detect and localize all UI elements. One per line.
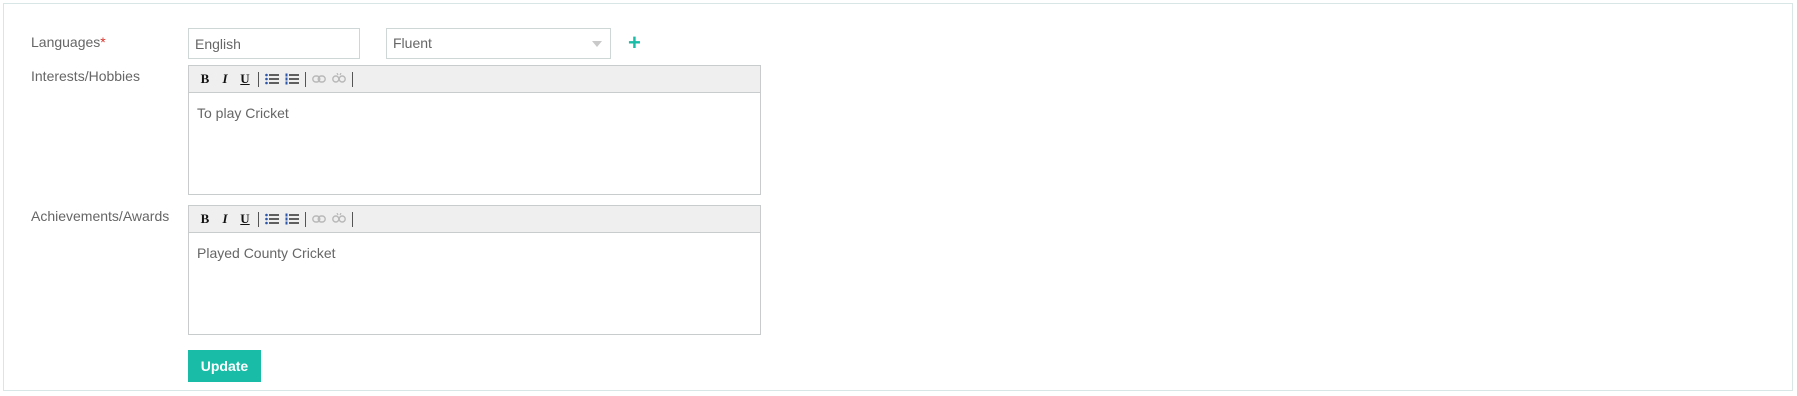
unlink-icon[interactable]	[329, 209, 349, 229]
languages-label: Languages*	[31, 34, 106, 50]
chevron-down-icon	[592, 41, 602, 47]
proficiency-select[interactable]: Fluent	[386, 28, 611, 59]
toolbar-separator	[258, 71, 259, 87]
toolbar-separator	[305, 71, 306, 87]
interests-editor-content[interactable]: To play Cricket	[189, 93, 760, 133]
update-button[interactable]: Update	[188, 350, 261, 382]
numbered-list-icon[interactable]	[282, 69, 302, 89]
add-language-button[interactable]: +	[628, 32, 644, 54]
interests-editor: B I U To play Cricket	[188, 65, 761, 195]
bullet-list-icon[interactable]	[262, 209, 282, 229]
achievements-editor: B I U Played County Cricket	[188, 205, 761, 335]
underline-button[interactable]: U	[235, 69, 255, 89]
interests-editor-toolbar: B I U	[189, 66, 760, 93]
bold-button[interactable]: B	[195, 69, 215, 89]
form-panel: Languages* Fluent + Interests/Hobbies B …	[3, 3, 1793, 391]
link-icon[interactable]	[309, 69, 329, 89]
achievements-editor-toolbar: B I U	[189, 206, 760, 233]
italic-button[interactable]: I	[215, 69, 235, 89]
achievements-label: Achievements/Awards	[31, 208, 170, 224]
link-icon[interactable]	[309, 209, 329, 229]
achievements-editor-content[interactable]: Played County Cricket	[189, 233, 760, 273]
language-input[interactable]	[188, 28, 360, 59]
proficiency-selected-value: Fluent	[393, 35, 432, 51]
italic-button[interactable]: I	[215, 209, 235, 229]
bullet-list-icon[interactable]	[262, 69, 282, 89]
bold-button[interactable]: B	[195, 209, 215, 229]
languages-label-text: Languages	[31, 34, 101, 50]
toolbar-separator	[352, 211, 353, 227]
toolbar-separator	[352, 71, 353, 87]
required-asterisk: *	[100, 34, 106, 50]
toolbar-separator	[258, 211, 259, 227]
interests-label: Interests/Hobbies	[31, 68, 140, 84]
underline-button[interactable]: U	[235, 209, 255, 229]
unlink-icon[interactable]	[329, 69, 349, 89]
numbered-list-icon[interactable]	[282, 209, 302, 229]
toolbar-separator	[305, 211, 306, 227]
